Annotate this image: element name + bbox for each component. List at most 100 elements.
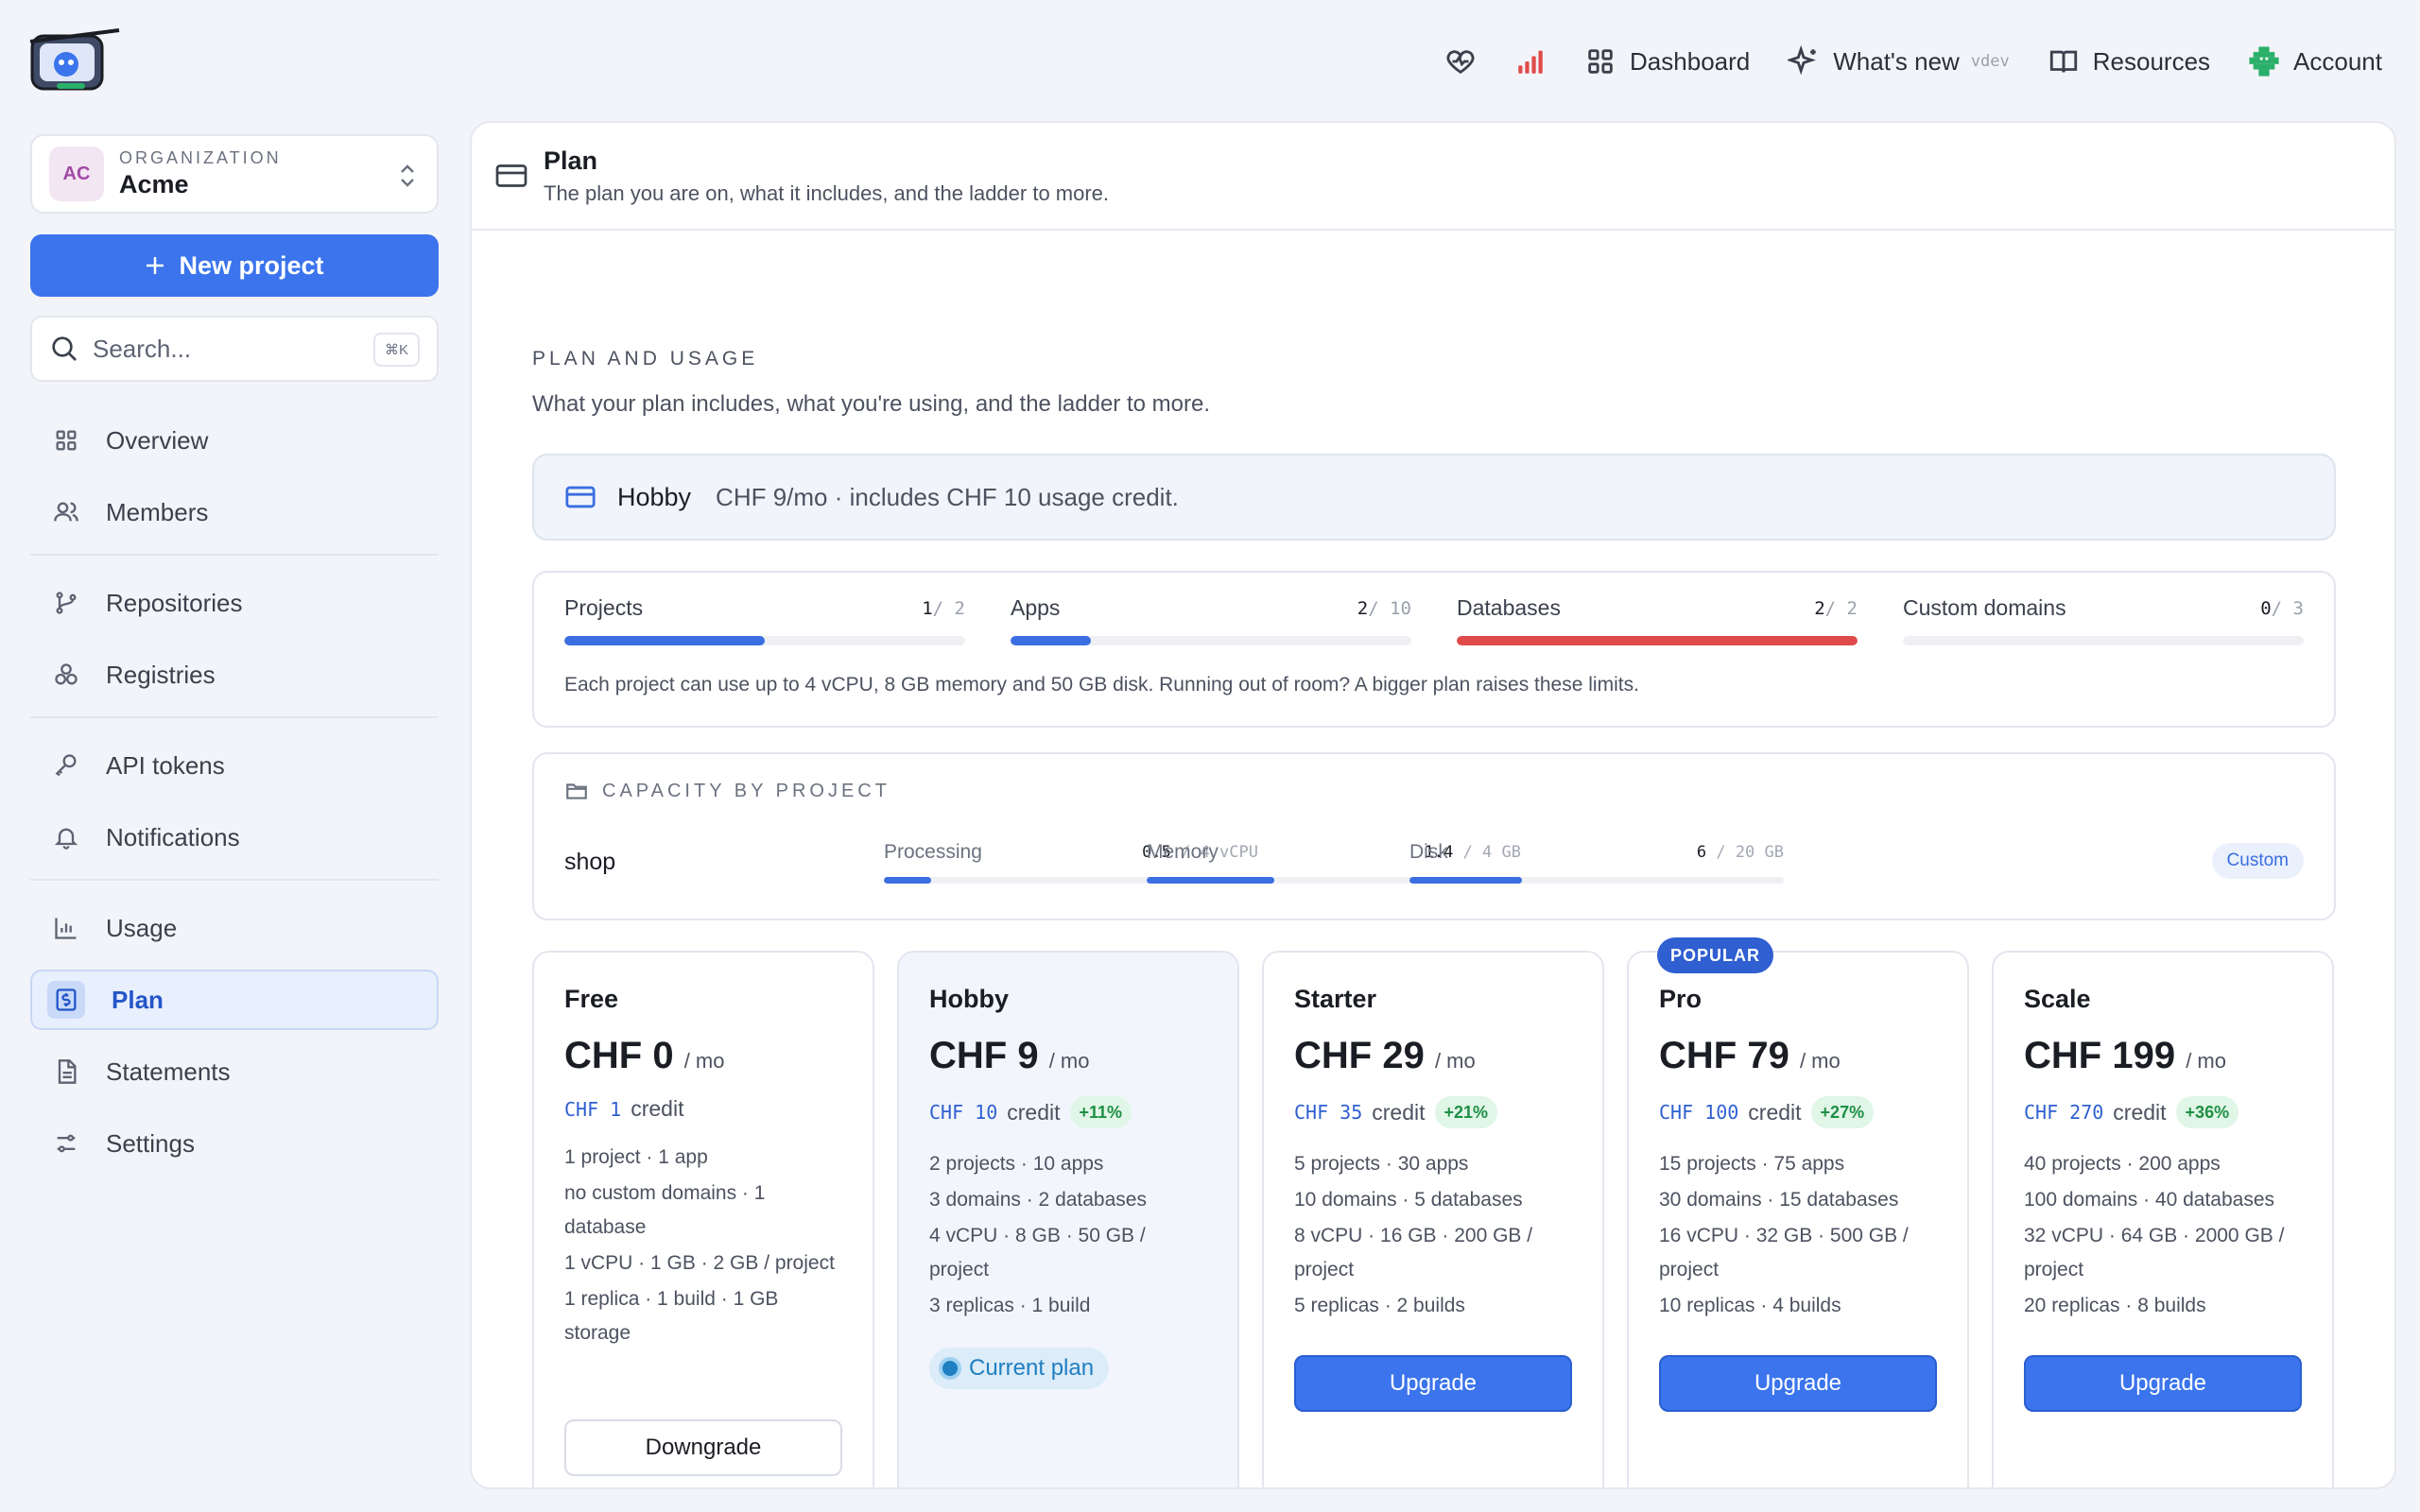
sidebar-item-usage[interactable]: Usage [30,898,439,958]
plan-price: CHF 79 / mo [1659,1035,1937,1077]
credit-label: credit [631,1096,684,1121]
page-subtitle: The plan you are on, what it includes, a… [544,180,1110,205]
credit-card-icon [565,486,596,508]
credit-bonus-badge: +11% [1069,1096,1132,1128]
plan-credit: CHF 270 credit +36% [2024,1096,2302,1128]
search-box[interactable]: ⌘K [30,316,439,382]
sidebar-item-statements[interactable]: Statements [30,1041,439,1102]
limit-apps: Apps 2/ 10 [1011,595,1411,645]
sidebar-nav: Overview Members Repositories Registries… [30,410,439,1174]
capacity-fill [884,877,931,884]
capacity-track [1409,877,1784,884]
credit-amount: CHF 35 [1294,1101,1363,1124]
plan-feature: 40 projects · 200 apps [2024,1153,2221,1175]
limit-used: 2 [1814,597,1825,619]
chevron-up-down-icon [401,164,414,187]
limit-track [564,636,965,645]
plan-feature: 30 domains · 15 databases [1659,1189,1899,1211]
limits-note: Each project can use up to 4 vCPU, 8 GB … [564,674,1639,696]
resources-link[interactable]: Resources [2048,45,2210,77]
sidebar-item-label: Registries [106,660,216,689]
upgrade-button[interactable]: Upgrade [2024,1355,2302,1412]
plan-price: CHF 29 / mo [1294,1035,1572,1077]
capacity-disk: Disk 6 / 20 GB [1409,841,1784,884]
capacity-label: Processing [884,841,982,863]
capacity-used: 6 [1696,843,1707,862]
search-icon [52,336,77,361]
organization-switcher[interactable]: AC ORGANIZATION Acme [30,134,439,214]
sidebar: AC ORGANIZATION Acme New project ⌘K Over… [30,134,439,1185]
current-plan-indicator: Current plan [929,1348,1110,1389]
document-icon [58,1059,77,1084]
plus-icon [147,257,164,274]
health-status[interactable] [1444,45,1477,77]
users-icon [54,502,78,522]
plan-feature: no custom domains · 1 database [564,1182,766,1238]
org-kicker: ORGANIZATION [119,148,282,167]
signal-status[interactable] [1514,45,1547,77]
page-header: Plan The plan you are on, what it includ… [472,123,2394,231]
popular-badge: POPULAR [1657,937,1774,973]
plan-feature: 16 vCPU · 32 GB · 500 GB / project [1659,1225,1909,1280]
price-period: / mo [1048,1049,1090,1073]
nav-divider [30,879,439,881]
plan-feature: 3 domains · 2 databases [929,1189,1147,1211]
sidebar-item-label: Repositories [106,588,243,617]
search-input[interactable] [93,334,357,364]
upgrade-button[interactable]: Upgrade [1294,1355,1572,1412]
plan-feature: 4 vCPU · 8 GB · 50 GB / project [929,1225,1146,1280]
org-name: Acme [119,170,189,198]
sidebar-item-registries[interactable]: Registries [30,644,439,705]
capacity-label: Memory [1147,841,1219,863]
book-icon [2049,50,2077,73]
sidebar-item-settings[interactable]: Settings [30,1113,439,1174]
bar-chart-icon [55,918,77,939]
plan-card-scale: Scale CHF 199 / mo CHF 270 credit +36% 40 pro… [1992,951,2334,1487]
price-amount: CHF 0 [564,1035,674,1076]
credit-amount: CHF 270 [2024,1101,2104,1124]
app-logo[interactable] [28,26,123,94]
org-avatar: AC [49,146,104,201]
account-link[interactable]: Account [2248,45,2382,77]
limit-max: / 2 [932,597,965,619]
sidebar-item-overview[interactable]: Overview [30,410,439,471]
price-amount: CHF 29 [1294,1035,1425,1076]
upgrade-button[interactable]: Upgrade [1659,1355,1937,1412]
new-project-button[interactable]: New project [30,234,439,297]
credit-amount: CHF 1 [564,1097,622,1121]
sidebar-item-notifications[interactable]: Notifications [30,807,439,868]
current-plan-banner: Hobby CHF 9/mo · includes CHF 10 usage c… [532,454,2336,541]
bell-icon [54,828,78,850]
price-amount: CHF 199 [2024,1035,2176,1076]
dashboard-link[interactable]: Dashboard [1584,45,1750,77]
project-name[interactable]: shop [564,849,615,876]
sidebar-item-label: Members [106,497,209,526]
key-icon [55,754,77,777]
plan-feature: 8 vCPU · 16 GB · 200 GB / project [1294,1225,1533,1280]
limit-track [1903,636,2304,645]
limit-label: Projects [564,595,644,620]
sidebar-item-plan[interactable]: Plan [30,970,439,1030]
sidebar-item-label: API tokens [106,750,225,780]
limit-used: 1 [922,597,933,619]
whats-new-link[interactable]: What's new vdev [1788,45,2010,77]
sidebar-item-label: Overview [106,425,209,455]
capacity-max: / 20 GB [1716,843,1784,862]
capacity-fill [1409,877,1522,884]
downgrade-button[interactable]: Downgrade [564,1419,842,1476]
sidebar-item-api-tokens[interactable]: API tokens [30,735,439,796]
limit-label: Databases [1457,595,1561,620]
main-panel: Plan The plan you are on, what it includ… [470,121,2396,1489]
sidebar-item-repositories[interactable]: Repositories [30,573,439,633]
resources-label: Resources [2092,46,2211,76]
plan-credit: CHF 1 credit [564,1096,842,1122]
plan-features: 15 projects · 75 apps 30 domains · 15 dat… [1659,1147,1937,1323]
plan-feature: 15 projects · 75 apps [1659,1153,1845,1175]
credit-label: credit [2113,1099,2167,1125]
plan-credit: CHF 35 credit +21% [1294,1096,1572,1128]
sidebar-item-members[interactable]: Members [30,482,439,542]
price-period: / mo [1799,1049,1841,1073]
custom-badge[interactable]: Custom [2211,843,2304,879]
limit-max: / 2 [1824,597,1858,619]
sidebar-item-label: Plan [112,985,164,1014]
